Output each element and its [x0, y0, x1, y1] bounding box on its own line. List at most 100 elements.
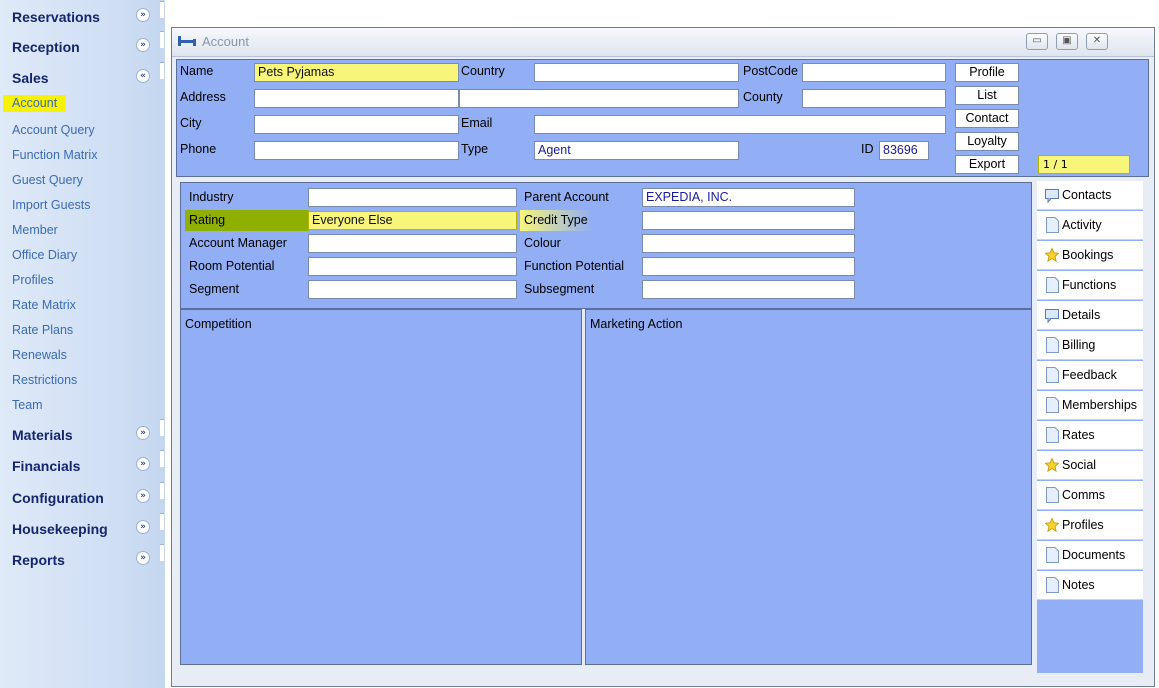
- chevron-up-icon[interactable]: «: [136, 69, 150, 83]
- account-window: Account ▭ ▣ ✕ Name Pets Pyjamas Country …: [171, 27, 1155, 687]
- nav-group-sales[interactable]: Sales: [12, 70, 49, 86]
- sidebar-divider: [160, 31, 164, 48]
- tab-profiles[interactable]: Profiles: [1037, 511, 1143, 540]
- chevron-down-icon[interactable]: »: [136, 551, 150, 565]
- sidebar-item-rate-plans[interactable]: Rate Plans: [12, 323, 73, 337]
- tab-label: Contacts: [1062, 188, 1112, 202]
- tab-rates[interactable]: Rates: [1037, 421, 1143, 450]
- minimize-icon[interactable]: ▭: [1026, 33, 1048, 50]
- chevron-down-icon[interactable]: »: [136, 520, 150, 534]
- id-label: ID: [861, 142, 874, 156]
- room-potential-field[interactable]: [308, 257, 517, 276]
- sidebar-item-office-diary[interactable]: Office Diary: [12, 248, 77, 262]
- sidebar-item-account[interactable]: Account: [3, 95, 67, 112]
- industry-field[interactable]: [308, 188, 517, 207]
- profile-button[interactable]: Profile: [955, 63, 1019, 82]
- postcode-field[interactable]: [802, 63, 946, 82]
- nav-group-reports[interactable]: Reports: [12, 552, 65, 568]
- account-tabs: Contacts Activity Bookings Functions Det…: [1037, 181, 1143, 673]
- tab-billing[interactable]: Billing: [1037, 331, 1143, 360]
- segment-label: Segment: [189, 282, 240, 296]
- competition-panel[interactable]: Competition: [180, 309, 582, 665]
- sidebar-item-function-matrix[interactable]: Function Matrix: [12, 148, 97, 162]
- loyalty-button[interactable]: Loyalty: [955, 132, 1019, 151]
- chevron-down-icon[interactable]: »: [136, 38, 150, 52]
- sidebar-item-team[interactable]: Team: [12, 398, 43, 412]
- contact-button[interactable]: Contact: [955, 109, 1019, 128]
- sidebar-item-import-guests[interactable]: Import Guests: [12, 198, 91, 212]
- address-line2-field[interactable]: [459, 89, 739, 108]
- parent-account-label: Parent Account: [524, 190, 609, 204]
- room-potential-label: Room Potential: [189, 259, 275, 273]
- account-header-form: Name Pets Pyjamas Country PostCode Addre…: [176, 59, 1149, 177]
- nav-group-reception[interactable]: Reception: [12, 39, 80, 55]
- name-field[interactable]: Pets Pyjamas: [254, 63, 459, 82]
- chat-icon: [1045, 309, 1059, 323]
- email-field[interactable]: [534, 115, 946, 134]
- sidebar-item-profiles[interactable]: Profiles: [12, 273, 54, 287]
- tab-label: Functions: [1062, 278, 1117, 292]
- tab-functions[interactable]: Functions: [1037, 271, 1143, 300]
- list-button[interactable]: List: [955, 86, 1019, 105]
- export-button[interactable]: Export: [955, 155, 1019, 174]
- close-icon[interactable]: ✕: [1086, 33, 1108, 50]
- colour-field[interactable]: [642, 234, 855, 253]
- parent-account-field[interactable]: EXPEDIA, INC.: [642, 188, 855, 207]
- segment-field[interactable]: [308, 280, 517, 299]
- tab-memberships[interactable]: Memberships: [1037, 391, 1143, 420]
- document-icon: [1046, 487, 1059, 503]
- rating-field[interactable]: Everyone Else: [308, 211, 517, 230]
- document-icon: [1046, 427, 1059, 443]
- tab-comms[interactable]: Comms: [1037, 481, 1143, 510]
- sidebar-item-restrictions[interactable]: Restrictions: [12, 373, 77, 387]
- sidebar-item-member[interactable]: Member: [12, 223, 58, 237]
- city-label: City: [180, 116, 202, 130]
- chevron-down-icon[interactable]: »: [136, 426, 150, 440]
- tab-label: Bookings: [1062, 248, 1114, 262]
- sidebar-item-account-query[interactable]: Account Query: [12, 123, 95, 137]
- subsegment-field[interactable]: [642, 280, 855, 299]
- function-potential-field[interactable]: [642, 257, 855, 276]
- document-icon: [1046, 217, 1059, 233]
- sidebar-item-rate-matrix[interactable]: Rate Matrix: [12, 298, 76, 312]
- restore-icon[interactable]: ▣: [1056, 33, 1078, 50]
- type-field[interactable]: Agent: [534, 141, 739, 160]
- tab-activity[interactable]: Activity: [1037, 211, 1143, 240]
- nav-group-configuration[interactable]: Configuration: [12, 490, 104, 506]
- tab-label: Comms: [1062, 488, 1106, 502]
- document-icon: [1046, 277, 1059, 293]
- tab-details[interactable]: Details: [1037, 301, 1143, 330]
- county-field[interactable]: [802, 89, 946, 108]
- nav-group-materials[interactable]: Materials: [12, 427, 73, 443]
- chevron-down-icon[interactable]: »: [136, 489, 150, 503]
- tab-label: Rates: [1062, 428, 1095, 442]
- tab-notes[interactable]: Notes: [1037, 571, 1143, 600]
- credit-type-field[interactable]: [642, 211, 855, 230]
- nav-group-housekeeping[interactable]: Housekeeping: [12, 521, 108, 537]
- country-label: Country: [461, 64, 505, 78]
- address-line1-field[interactable]: [254, 89, 459, 108]
- account-manager-label: Account Manager: [189, 236, 287, 250]
- nav-group-financials[interactable]: Financials: [12, 458, 80, 474]
- bed-icon: [178, 36, 196, 46]
- credit-type-label: Credit Type: [524, 213, 588, 227]
- city-field[interactable]: [254, 115, 459, 134]
- subsegment-label: Subsegment: [524, 282, 595, 296]
- email-label: Email: [461, 116, 493, 130]
- account-manager-field[interactable]: [308, 234, 517, 253]
- id-field: 83696: [879, 141, 929, 160]
- tab-bookings[interactable]: Bookings: [1037, 241, 1143, 270]
- tab-feedback[interactable]: Feedback: [1037, 361, 1143, 390]
- nav-group-reservations[interactable]: Reservations: [12, 9, 100, 25]
- tab-social[interactable]: Social: [1037, 451, 1143, 480]
- window-titlebar[interactable]: Account ▭ ▣ ✕: [172, 28, 1154, 57]
- country-field[interactable]: [534, 63, 739, 82]
- chevron-down-icon[interactable]: »: [136, 8, 150, 22]
- tab-contacts[interactable]: Contacts: [1037, 181, 1143, 210]
- tab-documents[interactable]: Documents: [1037, 541, 1143, 570]
- sidebar-item-renewals[interactable]: Renewals: [12, 348, 67, 362]
- sidebar-item-guest-query[interactable]: Guest Query: [12, 173, 83, 187]
- marketing-action-panel[interactable]: Marketing Action: [585, 309, 1032, 665]
- chevron-down-icon[interactable]: »: [136, 457, 150, 471]
- phone-field[interactable]: [254, 141, 459, 160]
